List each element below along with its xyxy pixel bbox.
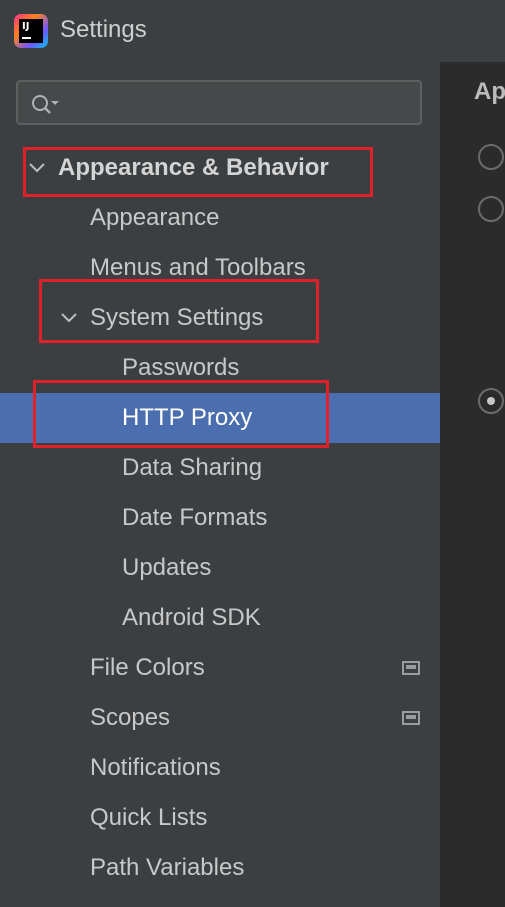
- radio-option-3[interactable]: [478, 388, 504, 414]
- scope-icon: [402, 661, 420, 675]
- content-heading: Ap: [474, 78, 505, 105]
- tree-item-label: Date Formats: [122, 504, 268, 531]
- chevron-down-icon[interactable]: [28, 160, 46, 176]
- tree-item-menus-toolbars[interactable]: Menus and Toolbars: [0, 243, 440, 293]
- tree-item-label: System Settings: [90, 304, 264, 331]
- tree-item-updates[interactable]: Updates: [0, 543, 440, 593]
- intellij-logo-icon: IJ: [14, 14, 48, 48]
- tree-item-label: Data Sharing: [122, 454, 263, 481]
- settings-sidebar: Appearance & Behavior Appearance Menus a…: [0, 62, 440, 907]
- tree-item-label: Passwords: [122, 354, 240, 381]
- tree-item-data-sharing[interactable]: Data Sharing: [0, 443, 440, 493]
- tree-item-quick-lists[interactable]: Quick Lists: [0, 793, 440, 843]
- search-icon: [32, 95, 59, 114]
- tree-item-appearance[interactable]: Appearance: [0, 193, 440, 243]
- tree-item-label: Updates: [122, 554, 212, 581]
- tree-item-label: Android SDK: [122, 604, 261, 631]
- tree-item-label: Appearance: [90, 204, 220, 231]
- tree-item-date-formats[interactable]: Date Formats: [0, 493, 440, 543]
- settings-content-pane: Ap: [440, 62, 505, 907]
- radio-option-1[interactable]: [478, 144, 504, 170]
- tree-item-passwords[interactable]: Passwords: [0, 343, 440, 393]
- radio-option-2[interactable]: [478, 196, 504, 222]
- tree-item-label: Scopes: [90, 704, 171, 731]
- tree-item-scopes[interactable]: Scopes: [0, 693, 440, 743]
- tree-item-http-proxy[interactable]: HTTP Proxy: [0, 393, 440, 443]
- chevron-down-icon[interactable]: [60, 310, 78, 326]
- tree-item-appearance-behavior[interactable]: Appearance & Behavior: [0, 143, 440, 193]
- tree-item-label: File Colors: [90, 654, 205, 681]
- tree-item-label: Quick Lists: [90, 804, 208, 831]
- tree-item-label: Path Variables: [90, 854, 245, 881]
- tree-item-android-sdk[interactable]: Android SDK: [0, 593, 440, 643]
- window-title: Settings: [60, 16, 147, 43]
- tree-item-system-settings[interactable]: System Settings: [0, 293, 440, 343]
- tree-item-label: Appearance & Behavior: [58, 154, 329, 181]
- search-input[interactable]: [16, 80, 422, 125]
- tree-item-label: HTTP Proxy: [122, 404, 253, 431]
- tree-item-file-colors[interactable]: File Colors: [0, 643, 440, 693]
- tree-item-label: Menus and Toolbars: [90, 254, 306, 281]
- scope-icon: [402, 711, 420, 725]
- tree-item-label: Notifications: [90, 754, 221, 781]
- tree-item-notifications[interactable]: Notifications: [0, 743, 440, 793]
- tree-item-path-variables[interactable]: Path Variables: [0, 843, 440, 893]
- title-bar: IJ Settings: [0, 0, 505, 62]
